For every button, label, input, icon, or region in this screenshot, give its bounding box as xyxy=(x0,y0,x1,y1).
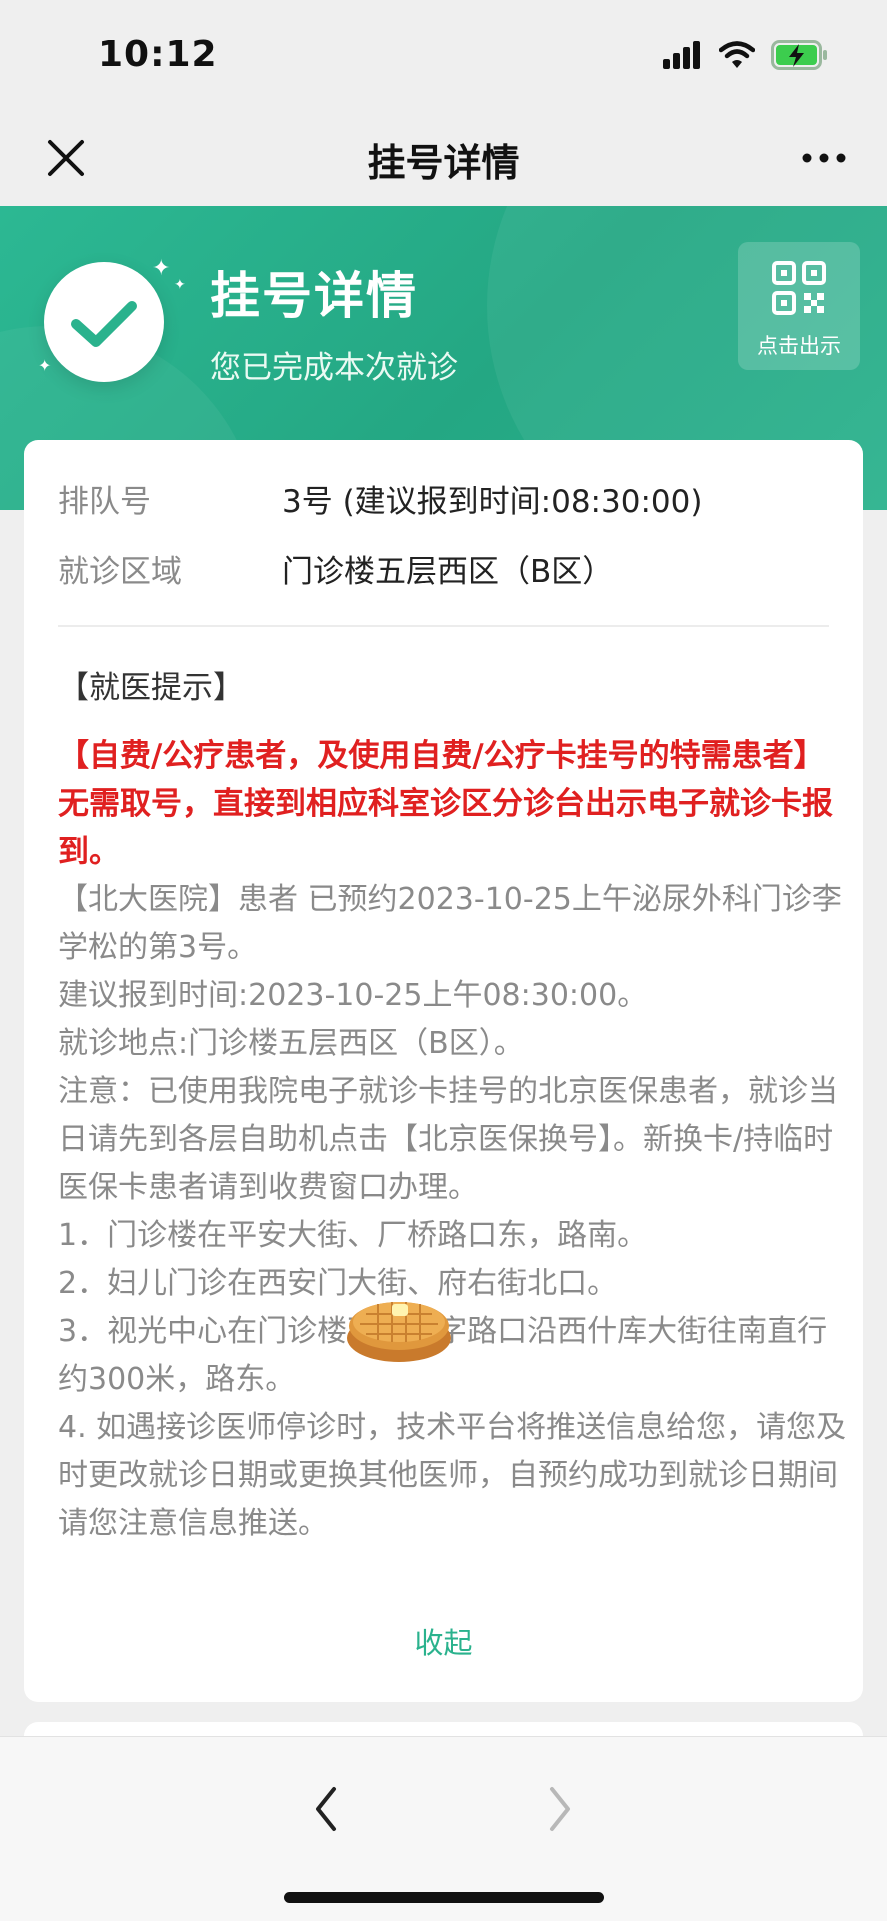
page-title: 挂号详情 xyxy=(367,141,520,185)
notice-body: 【北大医院】患者 已预约2023-10-25上午泌尿外科门诊李学松的第3号。 建… xyxy=(58,876,848,1548)
chevron-right-icon[interactable] xyxy=(540,1779,580,1839)
check-circle-icon xyxy=(44,262,164,382)
notice-paragraph: 1．门诊楼在平安大街、厂桥路口东，路南。 xyxy=(58,1218,648,1253)
show-qr-button[interactable]: 点击出示 xyxy=(738,242,860,370)
signal-icon xyxy=(663,41,700,69)
more-icon[interactable] xyxy=(799,138,849,178)
sparkle-icon: ✦ xyxy=(174,277,186,293)
status-bar: 10:12 xyxy=(0,0,887,120)
battery-charging-icon xyxy=(771,40,827,70)
notice-highlight: 【自费/公疗患者，及使用自费/公疗卡挂号的特需患者】无需取号，直接到相应科室诊区… xyxy=(58,738,833,870)
notice-paragraph: 4. 如遇接诊医师停诊时，技术平台将推送信息给您，请您及时更改就诊日期或更换其他… xyxy=(58,1410,847,1541)
home-indicator xyxy=(284,1892,604,1903)
header-title: 挂号详情 xyxy=(210,267,418,325)
collapse-button[interactable]: 收起 xyxy=(24,1620,863,1662)
wifi-icon xyxy=(719,41,755,68)
bottom-nav-bar xyxy=(0,1736,887,1921)
status-time: 10:12 xyxy=(98,34,218,75)
chevron-left-icon[interactable] xyxy=(306,1779,346,1839)
clinic-area-label: 就诊区域 xyxy=(58,554,182,590)
qr-code-icon xyxy=(772,261,826,315)
sparkle-icon: ✦ xyxy=(152,256,171,281)
notice-paragraph: 【北大医院】患者 已预约2023-10-25上午泌尿外科门诊李学松的第3号。 xyxy=(58,882,842,965)
registration-detail-card: 排队号 3号 (建议报到时间:08:30:00) 就诊区域 门诊楼五层西区（B区… xyxy=(24,440,863,1702)
qr-button-label: 点击出示 xyxy=(757,334,841,358)
nav-bar: 挂号详情 xyxy=(0,110,887,206)
queue-number-label: 排队号 xyxy=(58,484,151,520)
sparkle-icon: ✦ xyxy=(38,356,52,375)
clinic-area-value: 门诊楼五层西区（B区） xyxy=(282,554,614,590)
queue-number-value: 3号 (建议报到时间:08:30:00) xyxy=(282,484,703,520)
notice-paragraph: 就诊地点:门诊楼五层西区（B区）。 xyxy=(58,1026,524,1061)
notice-paragraph: 注意：已使用我院电子就诊卡挂号的北京医保患者，就诊当日请先到各层自助机点击【北京… xyxy=(58,1074,838,1205)
header-subtitle: 您已完成本次就诊 xyxy=(210,350,458,386)
divider xyxy=(58,625,829,627)
status-icons xyxy=(663,40,829,70)
waffle-sticker-icon xyxy=(347,1302,451,1362)
notice-title: 【就医提示】 xyxy=(58,670,244,706)
notice-paragraph: 建议报到时间:2023-10-25上午08:30:00。 xyxy=(58,978,648,1013)
